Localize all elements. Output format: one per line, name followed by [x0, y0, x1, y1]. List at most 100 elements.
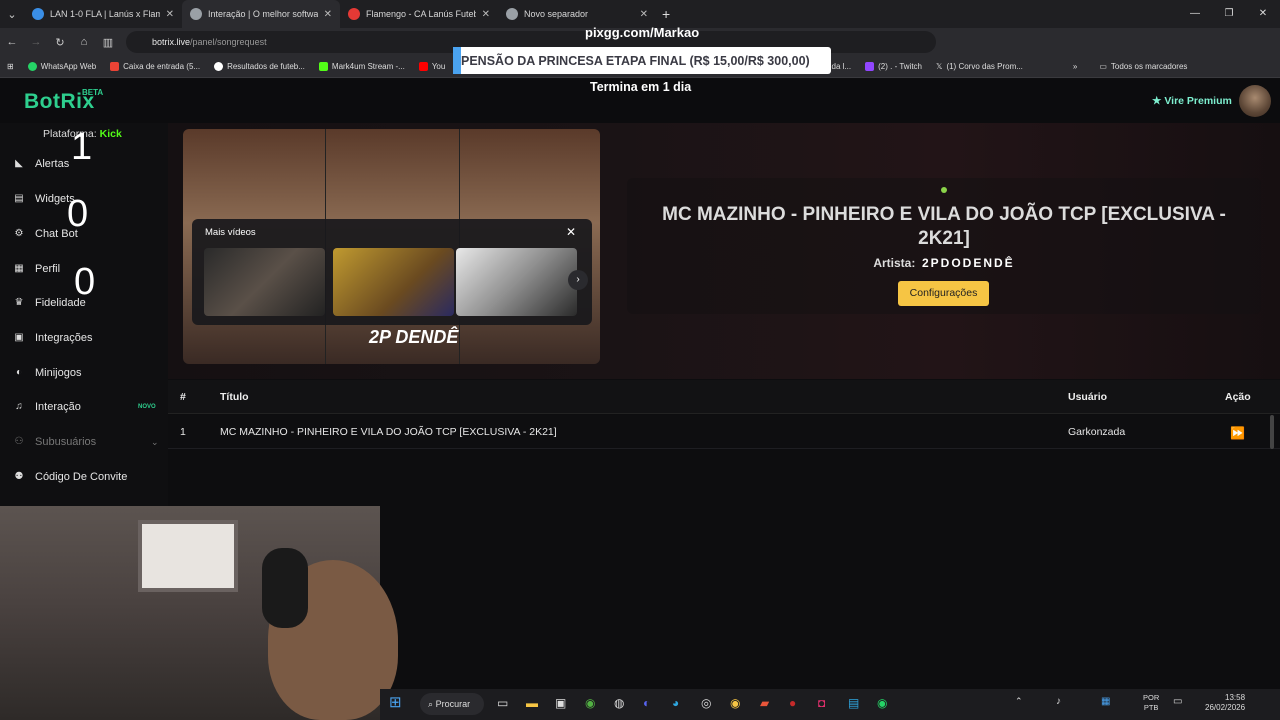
- system-clock[interactable]: 13:58 26/02/2026: [1205, 693, 1245, 713]
- col-action: Ação: [1225, 391, 1251, 403]
- language-indicator[interactable]: POR PTB: [1143, 693, 1159, 713]
- store-icon[interactable]: ▣: [555, 696, 566, 710]
- tray-icon[interactable]: ▦: [1101, 696, 1110, 707]
- browser-tab-3[interactable]: Flamengo - CA Lanús Futebol C ✕: [340, 0, 498, 28]
- sidebar: [0, 123, 168, 513]
- bookmark-twitch[interactable]: (2) . - Twitch: [858, 62, 929, 71]
- task-view-icon[interactable]: ▭: [497, 696, 508, 710]
- close-icon[interactable]: ✕: [566, 225, 576, 239]
- music-icon: ♫: [15, 401, 23, 412]
- keyboard-layout: PTB: [1143, 703, 1159, 712]
- bookmark-label: Caixa de entrada (5...: [123, 62, 201, 71]
- all-bookmarks-label: Todos os marcadores: [1110, 62, 1188, 71]
- whatsapp-icon: [27, 62, 37, 71]
- chrome-icon[interactable]: ◉: [730, 696, 740, 710]
- network-icon[interactable]: ▭: [1173, 696, 1182, 707]
- close-tab-icon[interactable]: ✕: [324, 9, 332, 20]
- skip-icon[interactable]: ⏩: [1230, 426, 1245, 440]
- avatar[interactable]: [1239, 85, 1271, 117]
- close-tab-icon[interactable]: ✕: [640, 9, 648, 20]
- tray-overflow-icon[interactable]: ⌃: [1015, 696, 1023, 707]
- bookmark-whatsapp[interactable]: WhatsApp Web: [21, 62, 103, 71]
- scrollbar[interactable]: [1270, 415, 1274, 449]
- premium-link[interactable]: ★ Vire Premium: [1152, 95, 1232, 107]
- new-badge: NOVO: [138, 404, 156, 410]
- maximize-icon[interactable]: ❐: [1212, 0, 1246, 28]
- taskbar-search[interactable]: ⌕ Procurar: [420, 693, 484, 715]
- sidebar-item-alertas[interactable]: ◣ Alertas: [12, 158, 69, 170]
- kick-icon: [318, 62, 328, 71]
- row-num: 1: [180, 426, 186, 438]
- browser-tab-1[interactable]: LAN 1-0 FLA | Lanús x Flameng ✕: [24, 0, 182, 28]
- xbox-icon[interactable]: ◉: [585, 696, 595, 710]
- tab-title: LAN 1-0 FLA | Lanús x Flameng: [50, 9, 160, 19]
- sidebar-item-interacao[interactable]: ♫ Interação: [12, 401, 81, 413]
- song-title: MC MAZINHO - PINHEIRO E VILA DO JOÃO TCP…: [662, 204, 1226, 249]
- video-thumbnail[interactable]: [204, 248, 325, 316]
- new-tab-icon[interactable]: +: [662, 6, 670, 22]
- overlay-counter: 1: [71, 126, 93, 168]
- trophy-icon: ♛: [14, 297, 24, 308]
- window-controls: — ❐ ✕: [1178, 0, 1280, 28]
- sidebar-item-convite[interactable]: ⚉ Código De Convite: [12, 471, 128, 483]
- app-icon[interactable]: ●: [789, 696, 796, 710]
- bookmark-kick[interactable]: Mark4um Stream -...: [312, 62, 412, 71]
- artist-name: 2PDODENDÊ: [922, 256, 1015, 270]
- obs-icon[interactable]: ◎: [701, 696, 711, 710]
- app-icon[interactable]: ▰: [760, 696, 769, 710]
- col-num: #: [180, 391, 186, 403]
- tab-list-icon[interactable]: ⌄: [0, 8, 24, 21]
- tab-favicon-icon: [348, 8, 360, 20]
- explorer-icon[interactable]: ▬: [526, 696, 538, 710]
- browser-tab-4[interactable]: Novo separador ✕: [498, 0, 656, 28]
- chevron-right-icon[interactable]: ›: [568, 270, 588, 290]
- forward-icon[interactable]: →: [24, 36, 48, 48]
- home-icon[interactable]: ⌂: [72, 36, 96, 48]
- url-host: botrix.live: [152, 37, 191, 47]
- artist-label: Artista:: [873, 256, 916, 270]
- video-thumbnail[interactable]: [333, 248, 454, 316]
- whatsapp-icon[interactable]: ◉: [877, 696, 887, 710]
- windows-start-icon[interactable]: ⊞: [389, 693, 402, 711]
- sidebar-item-label: Integrações: [35, 332, 93, 344]
- edge-icon[interactable]: ◕: [672, 696, 679, 710]
- app-icon[interactable]: ▤: [848, 696, 859, 710]
- sidebar-item-widgets[interactable]: ▤ Widgets: [12, 193, 74, 205]
- clock-time: 13:58: [1225, 693, 1246, 702]
- bookmark-youtube[interactable]: You: [412, 62, 453, 71]
- megaphone-icon: ◣: [15, 158, 23, 169]
- video-thumbnail[interactable]: [456, 248, 577, 316]
- site-icon: [214, 62, 224, 71]
- sidebar-item-minijogos[interactable]: ◐ Minijogos: [12, 367, 82, 379]
- sidepanel-icon[interactable]: ▥: [96, 36, 120, 49]
- minimize-icon[interactable]: —: [1178, 0, 1212, 28]
- bookmark-resultados[interactable]: Resultados de futeb...: [207, 62, 312, 71]
- all-bookmarks[interactable]: ▭ Todos os marcadores: [1092, 62, 1194, 71]
- tab-favicon-icon: [32, 8, 44, 20]
- close-window-icon[interactable]: ✕: [1246, 0, 1280, 28]
- sidebar-item-perfil[interactable]: ▦ Perfil: [12, 263, 60, 275]
- close-tab-icon[interactable]: ✕: [482, 9, 490, 20]
- bookmarks-overflow-icon[interactable]: »: [1066, 62, 1084, 71]
- bookmark-gmail[interactable]: Caixa de entrada (5...: [103, 62, 207, 71]
- overlay-counter: 0: [67, 193, 89, 235]
- back-icon[interactable]: ←: [0, 36, 24, 48]
- users-icon: ⚇: [14, 436, 24, 447]
- volume-icon[interactable]: ♪: [1056, 696, 1061, 707]
- browser-tab-2[interactable]: Interação | O melhor software p ✕: [182, 0, 340, 28]
- apps-icon[interactable]: ⊞: [0, 62, 21, 71]
- steam-icon[interactable]: ◍: [614, 696, 624, 710]
- chevron-down-icon[interactable]: ⌄: [151, 437, 159, 448]
- sidebar-item-subusuarios[interactable]: ⚇ Subusuários: [12, 436, 97, 448]
- discord-icon[interactable]: ◐: [643, 696, 650, 710]
- sidebar-item-integracoes[interactable]: ▣ Integrações: [12, 332, 92, 344]
- bookmark-label: Resultados de futeb...: [227, 62, 305, 71]
- close-tab-icon[interactable]: ✕: [166, 9, 174, 20]
- url-path: /panel/songrequest: [190, 37, 267, 47]
- bookmark-x[interactable]: 𝕏 (1) Corvo das Prom...: [929, 62, 1030, 71]
- config-button[interactable]: Configurações: [898, 281, 989, 306]
- instagram-icon[interactable]: ◘: [818, 696, 825, 710]
- bookmark-label: WhatsApp Web: [40, 62, 97, 71]
- bookmark-label: Mark4um Stream -...: [331, 62, 405, 71]
- reload-icon[interactable]: ↻: [48, 36, 72, 49]
